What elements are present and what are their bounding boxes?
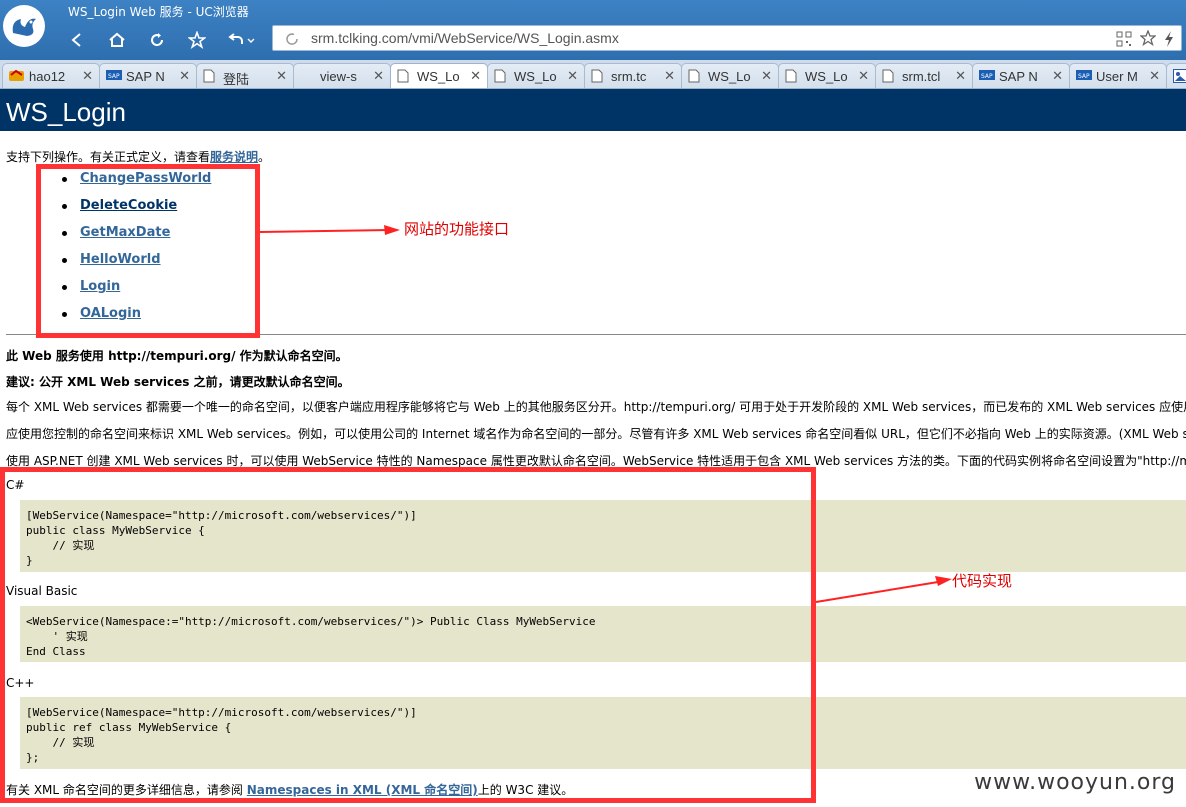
url-text[interactable]: srm.tclking.com/vmi/WebService/WS_Login.… — [311, 30, 619, 46]
star-icon — [188, 31, 206, 49]
tab-label: srm.tc — [611, 69, 647, 84]
interfaces-annotation-label: 网站的功能接口 — [404, 220, 510, 238]
tab-close-icon[interactable]: ✕ — [858, 68, 869, 84]
undo-close-button[interactable] — [226, 28, 260, 52]
tab-close-icon[interactable]: ✕ — [664, 68, 675, 84]
browser-tab[interactable]: WS_Lo ✕ — [487, 63, 585, 88]
tab-close-icon[interactable]: ✕ — [567, 68, 578, 84]
tab-close-icon[interactable]: ✕ — [82, 68, 93, 84]
paragraph-1: 每个 XML Web services 都需要一个唯一的命名空间，以便客户端应用… — [6, 400, 1186, 414]
code-annotation-label: 代码实现 — [952, 572, 1013, 590]
browser-tab[interactable]: WS_Lo ✕ — [390, 63, 488, 88]
page-title: WS_Login — [6, 97, 126, 127]
tab-label: WS_Lo — [417, 69, 460, 84]
browser-toolbar: WS_Login Web 服务 - UC浏览器 srm.tclking.com/… — [0, 0, 1186, 60]
favorite-star-icon[interactable] — [1140, 30, 1156, 46]
browser-tab[interactable]: view-s ✕ — [293, 63, 391, 88]
page-header: WS_Login — [0, 89, 1186, 131]
browser-tab[interactable]: hao12 ✕ — [2, 63, 100, 88]
page-icon — [785, 69, 800, 83]
svg-text:SAP: SAP — [981, 73, 993, 80]
page-icon — [397, 69, 412, 83]
tab-label: WS_Lo — [805, 69, 848, 84]
blank-icon — [300, 69, 315, 83]
browser-tab-overflow[interactable] — [1166, 63, 1186, 88]
tab-close-icon[interactable]: ✕ — [1052, 68, 1063, 84]
lightning-icon[interactable] — [1161, 30, 1177, 48]
browser-tab[interactable]: WS_Lo ✕ — [778, 63, 876, 88]
browser-tab[interactable]: SAP User M ✕ — [1069, 63, 1167, 88]
service-description-link[interactable]: 服务说明 — [210, 150, 258, 164]
qr-code-icon[interactable] — [1116, 31, 1132, 47]
browser-tab[interactable]: WS_Lo ✕ — [681, 63, 779, 88]
hao123-icon — [9, 69, 24, 83]
page-icon — [494, 69, 509, 83]
svg-text:SAP: SAP — [108, 73, 120, 80]
tab-close-icon[interactable]: ✕ — [373, 68, 384, 84]
tab-close-icon[interactable]: ✕ — [179, 68, 190, 84]
svg-text:SAP: SAP — [1078, 73, 1090, 80]
intro-text: 支持下列操作。有关正式定义，请查看服务说明。 — [6, 148, 270, 165]
bookmark-button[interactable] — [184, 28, 210, 52]
interfaces-highlight-box — [36, 164, 260, 338]
browser-tab[interactable]: 登陆 ✕ — [196, 63, 294, 88]
paragraph-2: 应使用您控制的命名空间来标识 XML Web services。例如，可以使用公… — [6, 427, 1186, 441]
interfaces-arrow-icon — [259, 225, 400, 235]
sap-icon: SAP — [106, 69, 122, 83]
code-arrow-icon — [815, 576, 952, 603]
tab-label: view-s — [320, 69, 357, 84]
home-button[interactable] — [104, 28, 130, 52]
page-icon — [591, 69, 606, 83]
browser-tab[interactable]: SAP SAP N ✕ — [99, 63, 197, 88]
intro-prefix: 支持下列操作。有关正式定义，请查看 — [6, 150, 211, 164]
tab-label: WS_Lo — [708, 69, 751, 84]
tab-close-icon[interactable]: ✕ — [276, 68, 287, 84]
tab-strip: hao12 ✕ SAP SAP N ✕ 登陆 ✕ view-s ✕ WS_Lo ✕ WS_Lo ✕ srm… — [0, 60, 1186, 89]
address-bar[interactable]: srm.tclking.com/vmi/WebService/WS_Login.… — [272, 25, 1182, 51]
namespace-notice: 此 Web 服务使用 http://tempuri.org/ 作为默认命名空间。 — [6, 349, 348, 363]
tab-close-icon[interactable]: ✕ — [761, 68, 772, 84]
tab-close-icon[interactable]: ✕ — [1149, 68, 1160, 84]
browser-tab[interactable]: srm.tcl ✕ — [875, 63, 973, 88]
refresh-button[interactable] — [144, 28, 170, 52]
undo-icon — [228, 33, 255, 44]
tab-close-icon[interactable]: ✕ — [470, 68, 481, 84]
tab-label: SAP N — [126, 69, 165, 84]
recommendation-text: 建议: 公开 XML Web services 之前，请更改默认命名空间。 — [6, 375, 350, 389]
tab-label: 登陆 — [223, 72, 250, 87]
tab-label: SAP N — [999, 69, 1038, 84]
sap-icon: SAP — [979, 69, 995, 83]
window-title: WS_Login Web 服务 - UC浏览器 — [68, 5, 249, 19]
page-icon — [882, 69, 897, 83]
tab-label: WS_Lo — [514, 69, 557, 84]
page-icon — [203, 69, 218, 83]
tab-label: srm.tcl — [902, 69, 941, 84]
page-refresh-small-icon — [286, 33, 298, 45]
browser-tab[interactable]: SAP SAP N ✕ — [972, 63, 1070, 88]
tab-label: User M — [1096, 69, 1138, 84]
tab-label: hao12 — [29, 69, 66, 84]
sap-icon: SAP — [1076, 69, 1092, 83]
page-icon — [688, 69, 703, 83]
image-tab-icon — [1173, 69, 1186, 83]
uc-browser-logo-icon[interactable] — [0, 0, 48, 52]
back-button[interactable] — [64, 28, 90, 52]
back-arrow-icon — [71, 33, 81, 47]
code-highlight-box — [0, 467, 816, 803]
watermark: www.wooyun.org — [974, 770, 1176, 795]
refresh-icon — [151, 33, 164, 47]
home-icon — [109, 32, 125, 47]
intro-suffix: 。 — [258, 150, 271, 164]
tab-close-icon[interactable]: ✕ — [955, 68, 966, 84]
browser-tab[interactable]: srm.tc ✕ — [584, 63, 682, 88]
